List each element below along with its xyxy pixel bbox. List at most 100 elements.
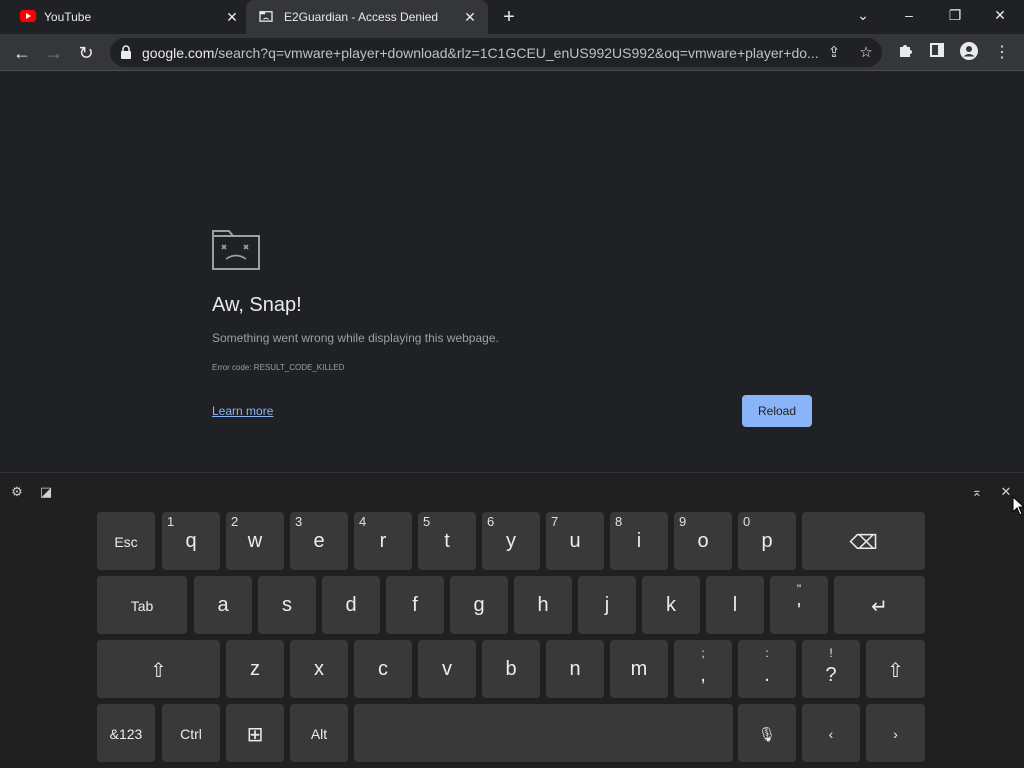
- close-window-icon[interactable]: ✕: [988, 4, 1012, 26]
- url-text: google.com/search?q=vmware+player+downlo…: [142, 45, 822, 61]
- minimize-icon[interactable]: –: [897, 4, 921, 26]
- key-n[interactable]: n: [546, 640, 604, 698]
- key-f[interactable]: f: [386, 576, 444, 634]
- close-tab-icon[interactable]: ✕: [462, 9, 478, 25]
- side-panel-icon[interactable]: [926, 42, 948, 64]
- key-label: ⇧: [150, 660, 167, 682]
- key-label: .: [764, 664, 770, 686]
- key-label: &123: [109, 726, 143, 742]
- key-apostrophe[interactable]: " ': [770, 576, 828, 634]
- key-period[interactable]: :.: [738, 640, 796, 698]
- key-label: x: [314, 658, 324, 680]
- key-t[interactable]: 5t: [418, 512, 476, 570]
- key-secondary-label: 1: [167, 514, 175, 529]
- close-tab-icon[interactable]: ✕: [224, 9, 240, 25]
- key-x[interactable]: x: [290, 640, 348, 698]
- key-shift-right[interactable]: ⇧: [866, 640, 925, 698]
- key-e[interactable]: 3e: [290, 512, 348, 570]
- keyboard-settings-gear-icon[interactable]: ⚙: [8, 483, 26, 501]
- key-b[interactable]: b: [482, 640, 540, 698]
- key-k[interactable]: k: [642, 576, 700, 634]
- profile-avatar-icon[interactable]: [958, 42, 980, 64]
- key-a[interactable]: a: [194, 576, 252, 634]
- key-label: Ctrl: [180, 726, 202, 742]
- keyboard-dock-icon[interactable]: ⌅: [968, 483, 986, 501]
- key-label: Alt: [310, 726, 328, 742]
- key-label: ?: [825, 664, 837, 686]
- mouse-cursor-icon: [1012, 496, 1024, 516]
- key-label: ⌫: [849, 532, 878, 554]
- key-p[interactable]: 0p: [738, 512, 796, 570]
- key-label: v: [442, 658, 452, 680]
- key-o[interactable]: 9o: [674, 512, 732, 570]
- key-question[interactable]: !?: [802, 640, 860, 698]
- key-m[interactable]: m: [610, 640, 668, 698]
- key-label: g: [473, 594, 485, 616]
- key-i[interactable]: 8i: [610, 512, 668, 570]
- key-label: h: [537, 594, 549, 616]
- key-enter[interactable]: ↵: [834, 576, 925, 634]
- key-shift-label: ;: [701, 646, 705, 660]
- tab-youtube[interactable]: YouTube ✕: [0, 0, 246, 34]
- key-d[interactable]: d: [322, 576, 380, 634]
- key-u[interactable]: 7u: [546, 512, 604, 570]
- sad-folder-icon: [212, 230, 260, 270]
- tab-strip: YouTube ✕ E2Guardian - Access Denied ✕ +…: [0, 0, 1024, 34]
- key-alt[interactable]: Alt: [290, 704, 348, 762]
- key-g[interactable]: g: [450, 576, 508, 634]
- bookmark-star-icon[interactable]: ☆: [856, 43, 876, 63]
- key-v[interactable]: v: [418, 640, 476, 698]
- key-shift-label: !: [829, 646, 833, 660]
- key-h[interactable]: h: [514, 576, 572, 634]
- key-shift-left[interactable]: ⇧: [97, 640, 220, 698]
- emoji-clipboard-icon[interactable]: ◪: [37, 483, 55, 501]
- key-label: ⇧: [887, 660, 904, 682]
- key-label: l: [732, 594, 738, 616]
- key-secondary-label: 9: [679, 514, 687, 529]
- tab-search-chevron-icon[interactable]: ⌄: [851, 4, 875, 26]
- reload-button[interactable]: Reload: [742, 395, 812, 427]
- key-windows-icon[interactable]: ⊞: [226, 704, 284, 762]
- back-arrow-icon[interactable]: ←: [9, 40, 35, 66]
- share-icon[interactable]: ⇪: [824, 43, 844, 63]
- extensions-puzzle-icon[interactable]: [895, 42, 917, 64]
- key-j[interactable]: j: [578, 576, 636, 634]
- key-left-arrow[interactable]: ‹: [802, 704, 860, 762]
- key-label: c: [378, 658, 388, 680]
- key-ctrl[interactable]: Ctrl: [162, 704, 220, 762]
- key-label: a: [217, 594, 229, 616]
- new-tab-button[interactable]: +: [498, 6, 520, 28]
- key-tab[interactable]: Tab: [97, 576, 187, 634]
- key-label: ': [797, 600, 801, 622]
- key-comma[interactable]: ;,: [674, 640, 732, 698]
- forward-arrow-icon[interactable]: →: [41, 40, 67, 66]
- key-q[interactable]: 1q: [162, 512, 220, 570]
- key-backspace[interactable]: ⌫: [802, 512, 925, 570]
- key-microphone-icon[interactable]: 🎙: [738, 704, 796, 762]
- reload-icon[interactable]: ↻: [73, 40, 99, 66]
- sad-page-icon: [259, 11, 273, 22]
- key-s[interactable]: s: [258, 576, 316, 634]
- address-bar[interactable]: google.com/search?q=vmware+player+downlo…: [110, 38, 882, 67]
- tab-e2guardian[interactable]: E2Guardian - Access Denied ✕: [246, 0, 488, 34]
- key-r[interactable]: 4r: [354, 512, 412, 570]
- restore-icon[interactable]: ❐: [943, 4, 967, 26]
- learn-more-link[interactable]: Learn more: [212, 404, 273, 418]
- key-symbols[interactable]: &123: [97, 704, 155, 762]
- key-label: ,: [700, 664, 706, 686]
- key-secondary-label: 8: [615, 514, 623, 529]
- kebab-menu-icon[interactable]: ⋮: [991, 42, 1013, 64]
- key-label: d: [345, 594, 357, 616]
- key-l[interactable]: l: [706, 576, 764, 634]
- key-esc[interactable]: Esc: [97, 512, 155, 570]
- key-secondary-label: 4: [359, 514, 367, 529]
- key-secondary-label: 5: [423, 514, 431, 529]
- key-w[interactable]: 2w: [226, 512, 284, 570]
- key-space[interactable]: [354, 704, 733, 762]
- key-z[interactable]: z: [226, 640, 284, 698]
- key-right-arrow[interactable]: ›: [866, 704, 925, 762]
- key-label: u: [569, 530, 581, 552]
- key-y[interactable]: 6y: [482, 512, 540, 570]
- key-label: t: [444, 530, 450, 552]
- key-c[interactable]: c: [354, 640, 412, 698]
